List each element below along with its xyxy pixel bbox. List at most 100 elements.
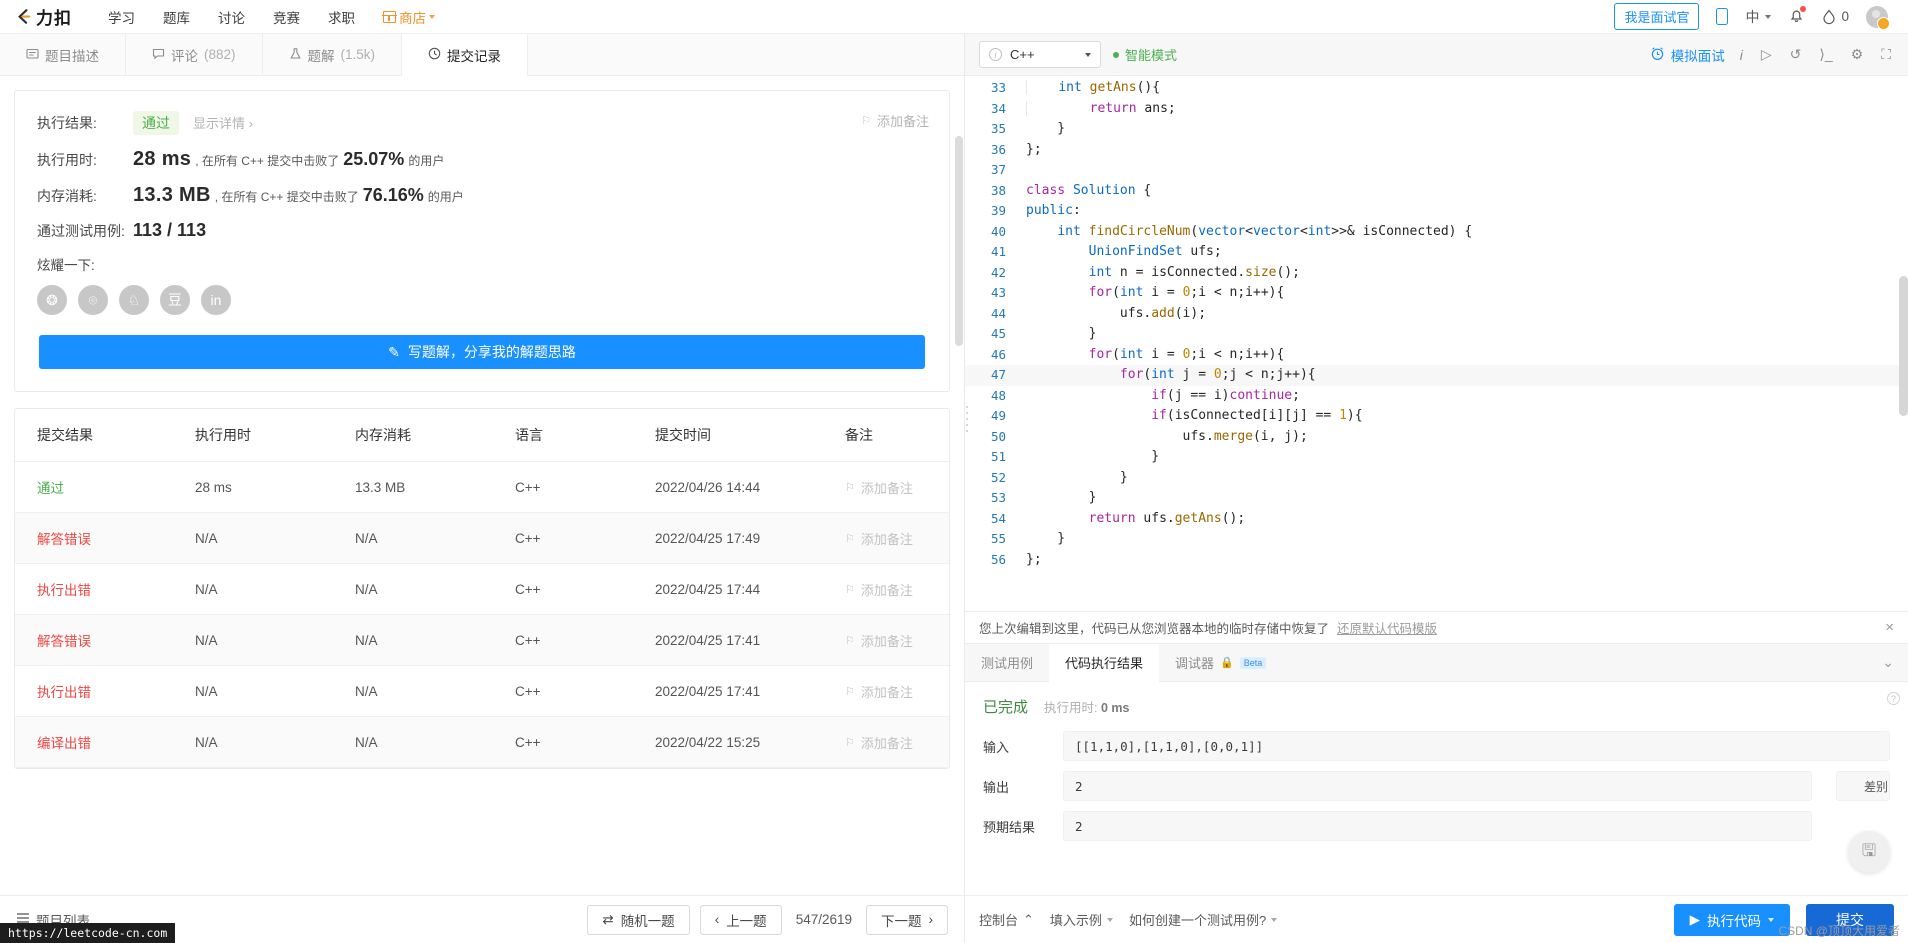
collapse-console-button[interactable]: ⌄ bbox=[1868, 644, 1908, 681]
user-avatar[interactable] bbox=[1866, 5, 1890, 30]
code-line: 45 } bbox=[965, 324, 1908, 345]
tab-testcase[interactable]: 测试用例 bbox=[965, 644, 1049, 681]
line-number: 53 bbox=[990, 490, 1006, 505]
language-select[interactable]: i C++ bbox=[979, 41, 1101, 68]
brand-logo[interactable]: 力扣 bbox=[14, 4, 72, 29]
tab-comments[interactable]: 评论 (882) bbox=[126, 34, 263, 75]
row-add-note[interactable]: ⚐ 添加备注 bbox=[845, 733, 949, 752]
expected-label: 预期结果 bbox=[983, 819, 1036, 835]
status-dot-icon bbox=[1113, 51, 1119, 58]
settings-gear-icon[interactable]: ⚙ bbox=[1848, 46, 1867, 63]
code-line: 39 public: bbox=[965, 201, 1908, 222]
row-add-note[interactable]: ⚐ 添加备注 bbox=[845, 631, 949, 650]
chevron-up-icon: ⌃ bbox=[1023, 911, 1034, 927]
fill-example-button[interactable]: 填入示例 bbox=[1050, 910, 1113, 929]
mock-interview-button[interactable]: 模拟面试 bbox=[1650, 45, 1725, 65]
tab-result[interactable]: 代码执行结果 bbox=[1049, 644, 1160, 682]
memory-value: 13.3 MB bbox=[133, 184, 211, 206]
row-add-note[interactable]: ⚐ 添加备注 bbox=[845, 529, 949, 548]
douban-share-icon[interactable]: 豆 bbox=[160, 285, 190, 315]
add-note-button[interactable]: ⚐ 添加备注 bbox=[861, 111, 929, 130]
tab-submissions[interactable]: 提交记录 bbox=[402, 34, 529, 76]
testcases-row: 通过测试用例: 113 / 113 bbox=[37, 220, 927, 241]
console-toggle-button[interactable]: 控制台 ⌃ bbox=[979, 910, 1034, 929]
row-add-note[interactable]: ⚐ 添加备注 bbox=[845, 682, 949, 701]
url-watermark: https://leetcode-cn.com bbox=[0, 923, 176, 943]
nav-study[interactable]: 学习 bbox=[94, 7, 149, 27]
info-icon[interactable]: i bbox=[1737, 47, 1746, 63]
table-row[interactable]: 解答错误 N/A N/A C++ 2022/04/25 17:41 ⚐ 添加备注 bbox=[15, 614, 949, 666]
nav-problems[interactable]: 题库 bbox=[149, 7, 204, 27]
row-status[interactable]: 执行出错 bbox=[37, 685, 91, 700]
row-status[interactable]: 通过 bbox=[37, 481, 64, 496]
weibo-share-icon[interactable]: ⌾ bbox=[78, 285, 108, 315]
show-detail-link[interactable]: 显示详情 › bbox=[193, 113, 253, 132]
notification-bell-icon[interactable] bbox=[1788, 5, 1807, 27]
language-selector[interactable]: 中 bbox=[1745, 7, 1772, 27]
streak-counter[interactable]: 0 bbox=[1822, 8, 1849, 25]
code-line: 41 UnionFindSet ufs; bbox=[965, 242, 1908, 263]
nav-discuss[interactable]: 讨论 bbox=[204, 7, 259, 27]
tab-debugger[interactable]: 调试器 🔒 Beta bbox=[1159, 644, 1282, 681]
status-badge: 通过 bbox=[133, 111, 179, 135]
write-solution-button[interactable]: ✎ 写题解，分享我的解题思路 bbox=[39, 335, 925, 369]
wechat-share-icon[interactable]: ❂ bbox=[37, 285, 67, 315]
row-status[interactable]: 执行出错 bbox=[37, 583, 91, 598]
help-icon[interactable]: ? bbox=[1887, 692, 1900, 705]
linkedin-share-icon[interactable]: in bbox=[201, 285, 231, 315]
editor-scrollbar[interactable] bbox=[1899, 276, 1908, 416]
expand-icon[interactable]: ⟩_ bbox=[1816, 46, 1835, 63]
code-text: for(int j = 0;j < n;j++){ bbox=[1119, 367, 1316, 382]
restore-default-link[interactable]: 还原默认代码模版 bbox=[1337, 618, 1437, 637]
left-scrollbar[interactable] bbox=[955, 136, 963, 346]
table-row[interactable]: 执行出错 N/A N/A C++ 2022/04/25 17:44 ⚐ 添加备注 bbox=[15, 563, 949, 615]
nav-jobs[interactable]: 求职 bbox=[314, 7, 369, 27]
nav-shop[interactable]: 商店 bbox=[369, 7, 449, 27]
flag-icon: ⚐ bbox=[845, 583, 855, 596]
row-status[interactable]: 解答错误 bbox=[37, 532, 91, 547]
row-runtime: N/A bbox=[195, 614, 355, 666]
interviewer-button[interactable]: 我是面试官 bbox=[1614, 3, 1700, 30]
problem-tabs: 题目描述 评论 (882) 题解 (1.5k) 提交记录 bbox=[0, 34, 964, 76]
prev-problem-button[interactable]: ‹ 上一题 bbox=[699, 904, 782, 935]
row-status[interactable]: 解答错误 bbox=[37, 634, 91, 649]
table-row[interactable]: 编译出错 N/A N/A C++ 2022/04/22 15:25 ⚐ 添加备注 bbox=[15, 716, 949, 768]
input-value[interactable]: [[1,1,0],[1,1,0],[0,0,1]] bbox=[1063, 731, 1890, 761]
clock-icon bbox=[428, 47, 441, 63]
mock-interview-label: 模拟面试 bbox=[1670, 48, 1725, 64]
close-icon[interactable]: × bbox=[1885, 619, 1894, 636]
memory-desc-post: 的用户 bbox=[427, 190, 464, 204]
nav-links: 学习 题库 讨论 竞赛 求职 商店 bbox=[94, 7, 449, 27]
save-icon[interactable]: 🖫 bbox=[1848, 831, 1890, 873]
code-line-active[interactable]: 47 for(int j = 0;j < n;j++){ bbox=[965, 365, 1908, 386]
mobile-icon[interactable] bbox=[1716, 8, 1729, 25]
reset-icon[interactable]: ↺ bbox=[1787, 46, 1805, 63]
description-icon bbox=[26, 47, 39, 63]
code-line: 35 } bbox=[965, 119, 1908, 140]
next-problem-button[interactable]: 下一题 › bbox=[866, 904, 948, 935]
code-editor[interactable]: 33 int getAns(){ 34 return ans; 35 } 36}… bbox=[965, 76, 1908, 611]
code-line: 51 } bbox=[965, 447, 1908, 468]
row-date: 2022/04/25 17:41 bbox=[655, 614, 845, 666]
fullscreen-icon[interactable]: ⛶ bbox=[1878, 46, 1894, 63]
tab-description[interactable]: 题目描述 bbox=[0, 34, 126, 75]
smart-mode-toggle[interactable]: 智能模式 bbox=[1113, 45, 1177, 64]
tab-submissions-label: 提交记录 bbox=[447, 48, 502, 64]
table-row[interactable]: 通过 28 ms 13.3 MB C++ 2022/04/26 14:44 ⚐ 添… bbox=[15, 461, 949, 513]
random-problem-button[interactable]: ⇄ 随机一题 bbox=[587, 904, 690, 935]
play-icon[interactable]: ▷ bbox=[1758, 46, 1775, 63]
run-code-button[interactable]: ▶ 执行代码 bbox=[1673, 903, 1790, 936]
row-add-note[interactable]: ⚐ 添加备注 bbox=[845, 580, 949, 599]
row-add-note[interactable]: ⚐ 添加备注 bbox=[845, 478, 949, 497]
line-number: 46 bbox=[990, 346, 1006, 362]
row-status[interactable]: 编译出错 bbox=[37, 736, 91, 751]
csdn-watermark: CSDN @顶顶大用爱者 bbox=[1778, 924, 1900, 938]
flag-icon: ⚐ bbox=[845, 481, 855, 494]
table-row[interactable]: 解答错误 N/A N/A C++ 2022/04/25 17:49 ⚐ 添加备注 bbox=[15, 512, 949, 564]
tab-solutions[interactable]: 题解 (1.5k) bbox=[262, 34, 403, 75]
code-text: int getAns(){ bbox=[1017, 78, 1160, 99]
qq-share-icon[interactable]: ♘ bbox=[119, 285, 149, 315]
how-to-testcase-link[interactable]: 如何创建一个测试用例? bbox=[1129, 910, 1278, 929]
nav-contest[interactable]: 竞赛 bbox=[259, 7, 314, 27]
table-row[interactable]: 执行出错 N/A N/A C++ 2022/04/25 17:41 ⚐ 添加备注 bbox=[15, 665, 949, 717]
